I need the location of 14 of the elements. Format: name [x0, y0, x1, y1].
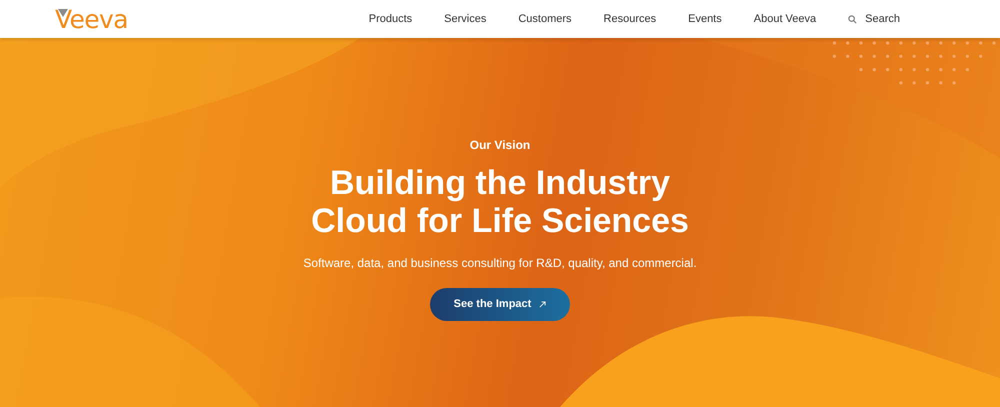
search-button[interactable]: Search [848, 10, 900, 28]
see-the-impact-button[interactable]: See the Impact [430, 288, 570, 321]
hero-title: Building the Industry Cloud for Life Sciences [311, 164, 689, 240]
nav-link[interactable]: Customers [518, 10, 572, 28]
nav-link[interactable]: Products [368, 10, 412, 28]
nav-link[interactable]: Services [444, 10, 486, 28]
arrow-icon [539, 301, 546, 308]
nav-link[interactable]: Resources [604, 10, 656, 28]
eyebrow-text: Our Vision [470, 137, 530, 154]
nav-link[interactable]: Events [688, 10, 722, 28]
hero-subtitle: Software, data, and business consulting for R&D, quality, and commercial. [303, 255, 697, 272]
nav-link[interactable]: About Veeva [754, 10, 816, 28]
search-icon [848, 14, 858, 24]
triangle-icon [58, 9, 68, 17]
